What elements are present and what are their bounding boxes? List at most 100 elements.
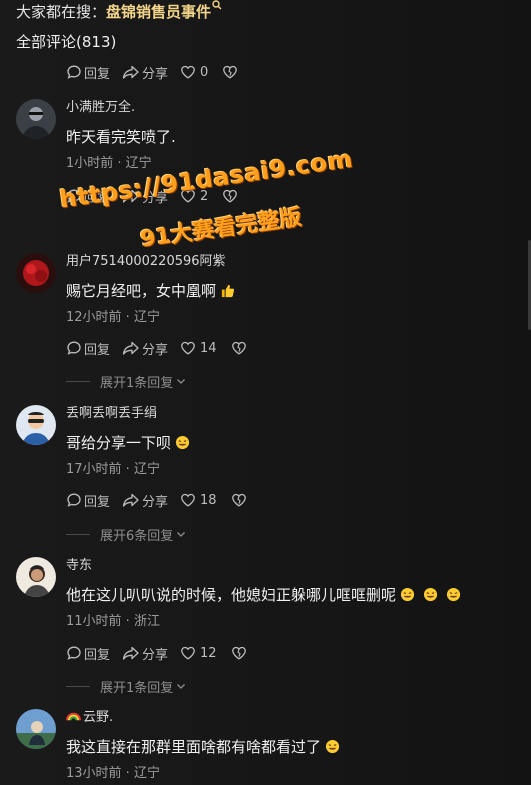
reply-button[interactable]: 回复	[66, 644, 110, 663]
search-suggestion[interactable]: 大家都在搜：盘锦销售员事件	[16, 0, 222, 22]
reply-bubble-icon	[67, 65, 81, 79]
like-count: 12	[200, 645, 217, 661]
avatar-image	[16, 709, 56, 749]
broken-heart-icon	[231, 341, 246, 355]
heart-icon	[181, 646, 195, 660]
expand-replies-button[interactable]: 展开6条回复	[66, 525, 187, 544]
comment-text: 哥给分享一下呗	[66, 432, 190, 454]
comment-username[interactable]: 小满胜万全.	[66, 99, 135, 117]
like-button[interactable]: 12	[180, 645, 217, 661]
avatar[interactable]	[16, 709, 56, 749]
dislike-button[interactable]	[222, 188, 240, 204]
comments-page: 大家都在搜：盘锦销售员事件 全部评论(813) 回复 分享 0 小满胜万全. 昨…	[0, 0, 531, 785]
reply-button[interactable]: 回复	[66, 491, 110, 510]
share-button[interactable]: 分享	[122, 63, 168, 82]
broken-heart-icon	[231, 493, 246, 507]
comment-text-body: 哥给分享一下呗	[66, 434, 172, 452]
rainbow-emoji	[66, 712, 81, 721]
like-count: 18	[200, 492, 217, 508]
comment-meta: 17小时前 · 辽宁	[66, 462, 160, 477]
comment-text-body: 他在这儿叭叭说的时候，他媳妇正躲哪儿哐哐删呢	[66, 586, 397, 604]
share-arrow-icon	[122, 65, 139, 79]
reply-label: 回复	[84, 342, 111, 358]
share-arrow-icon	[122, 341, 139, 355]
rolling-laughing-emoji	[423, 587, 438, 602]
share-button[interactable]: 分享	[122, 339, 168, 358]
rolling-laughing-emoji	[175, 435, 190, 450]
divider-line	[66, 380, 90, 382]
expand-replies-button[interactable]: 展开1条回复	[66, 677, 187, 696]
like-count: 2	[200, 188, 209, 204]
like-button[interactable]: 18	[180, 492, 217, 508]
comment-text: 赐它月经吧，女中凰啊	[66, 280, 235, 302]
heart-icon	[181, 189, 195, 203]
reply-bubble-icon	[67, 189, 81, 203]
heart-icon	[181, 341, 195, 355]
share-button[interactable]: 分享	[122, 644, 168, 663]
reply-label: 回复	[84, 66, 111, 82]
heart-icon	[181, 65, 195, 79]
avatar-image	[16, 253, 56, 293]
reply-button[interactable]: 回复	[66, 187, 110, 206]
watermark-caption: 91大赛看完整版	[138, 205, 304, 253]
share-label: 分享	[142, 190, 169, 206]
comment-text: 我这直接在那群里面啥都有啥都看过了	[66, 736, 340, 758]
share-arrow-icon	[122, 493, 139, 507]
action-bar: 回复 分享 18	[66, 490, 261, 510]
share-label: 分享	[142, 66, 169, 82]
chevron-down-icon	[177, 684, 186, 689]
comment-text-body: 赐它月经吧，女中凰啊	[66, 282, 217, 300]
share-label: 分享	[142, 647, 169, 663]
divider-line	[66, 533, 90, 535]
avatar[interactable]	[16, 99, 56, 139]
broken-heart-icon	[223, 189, 238, 203]
reply-button[interactable]: 回复	[66, 63, 110, 82]
heart-icon	[181, 493, 195, 507]
comment-text-body: 我这直接在那群里面啥都有啥都看过了	[66, 738, 322, 756]
share-label: 分享	[142, 494, 169, 510]
expand-replies-label: 展开6条回复	[100, 528, 174, 544]
avatar-image	[16, 557, 56, 597]
like-button[interactable]: 2	[180, 188, 208, 204]
avatar-image	[16, 405, 56, 445]
dislike-button[interactable]	[231, 492, 249, 508]
expand-replies-button[interactable]: 展开1条回复	[66, 372, 187, 391]
avatar-image	[16, 99, 56, 139]
reply-bubble-icon	[67, 646, 81, 660]
search-icon[interactable]	[212, 0, 222, 10]
avatar[interactable]	[16, 253, 56, 293]
like-count: 0	[200, 64, 209, 80]
rolling-laughing-emoji	[446, 587, 461, 602]
share-button[interactable]: 分享	[122, 491, 168, 510]
reply-button[interactable]: 回复	[66, 339, 110, 358]
dislike-button[interactable]	[231, 645, 249, 661]
action-bar: 回复 分享 2	[66, 186, 252, 206]
share-arrow-icon	[122, 646, 139, 660]
chevron-down-icon	[177, 379, 186, 384]
comment-meta: 12小时前 · 辽宁	[66, 310, 160, 325]
comment-meta: 1小时前 · 辽宁	[66, 156, 152, 171]
dislike-button[interactable]	[231, 340, 249, 356]
comment-username[interactable]: 丢啊丢啊丢手绢	[66, 405, 157, 423]
comment-meta: 13小时前 · 辽宁	[66, 766, 160, 781]
comment-username[interactable]: 云野.	[66, 709, 113, 727]
comment-username[interactable]: 寺东	[66, 557, 92, 575]
like-button[interactable]: 0	[180, 64, 208, 80]
avatar[interactable]	[16, 557, 56, 597]
share-label: 分享	[142, 342, 169, 358]
reply-label: 回复	[84, 647, 111, 663]
dislike-button[interactable]	[222, 64, 240, 80]
like-button[interactable]: 14	[180, 340, 217, 356]
avatar[interactable]	[16, 405, 56, 445]
thumbs-up-emoji	[221, 284, 235, 298]
comment-username[interactable]: 用户7514000220596阿紫	[66, 253, 226, 271]
reply-bubble-icon	[67, 493, 81, 507]
reply-bubble-icon	[67, 341, 81, 355]
search-prefix: 大家都在搜：	[16, 3, 107, 21]
share-button[interactable]: 分享	[122, 187, 168, 206]
broken-heart-icon	[223, 65, 238, 79]
like-count: 14	[200, 340, 217, 356]
broken-heart-icon	[231, 646, 246, 660]
expand-replies-label: 展开1条回复	[100, 375, 174, 391]
search-term-link[interactable]: 盘锦销售员事件	[106, 3, 211, 21]
